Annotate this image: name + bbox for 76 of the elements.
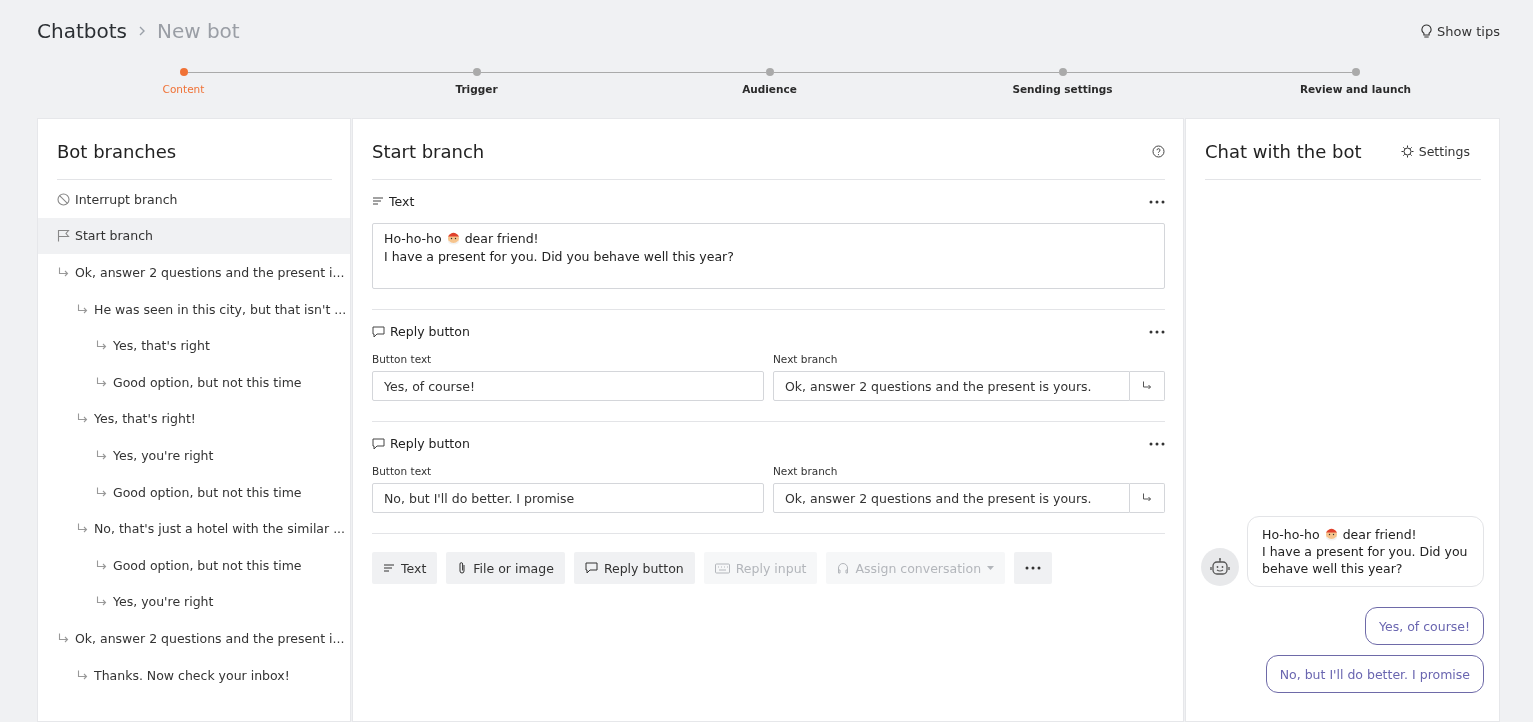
- button-text-field[interactable]: Yes, of course!: [372, 371, 764, 401]
- branch-item[interactable]: Interrupt branch: [38, 181, 350, 218]
- more-icon[interactable]: [1149, 329, 1165, 334]
- panel-title: Chat with the bot: [1205, 141, 1362, 162]
- keyboard-icon: [714, 562, 730, 574]
- quick-reply-button[interactable]: No, but I'll do better. I promise: [1265, 655, 1484, 693]
- branch-arrow-icon: [95, 558, 108, 572]
- branch-item[interactable]: He was seen in this city, but that isn't ...: [38, 290, 350, 328]
- caret-icon: [987, 566, 995, 570]
- speech-bubble-icon: [584, 562, 598, 574]
- branch-arrow-icon: [95, 448, 108, 462]
- block-title: Text: [389, 194, 415, 209]
- santa-face-icon: [1323, 526, 1339, 541]
- branch-link-button[interactable]: [1130, 483, 1165, 513]
- add-block-button[interactable]: File or image: [446, 552, 565, 584]
- block-title: Reply button: [390, 324, 470, 339]
- text-lines-icon: [372, 196, 384, 207]
- chat-message: Ho-ho-ho dear friend! I have a present for you. Did you behave well this year?: [1247, 516, 1484, 587]
- next-branch-field[interactable]: Ok, answer 2 questions and the present is yours.: [773, 371, 1130, 401]
- branch-item[interactable]: Yes, you're right: [38, 583, 350, 621]
- step-tab[interactable]: Review and launch: [1299, 83, 1412, 95]
- help-icon[interactable]: [1152, 145, 1165, 158]
- branch-arrow-icon: [1141, 380, 1153, 392]
- breadcrumb-link[interactable]: Chatbots: [37, 19, 127, 43]
- block-title: Reply button: [390, 436, 470, 451]
- quick-reply-button[interactable]: Yes, of course!: [1365, 607, 1484, 645]
- branch-item[interactable]: Yes, you're right: [38, 437, 350, 474]
- settings-button[interactable]: Settings: [1400, 144, 1470, 159]
- panel-title: Start branch: [372, 141, 485, 162]
- santa-face-icon: [445, 230, 461, 245]
- next-branch-field[interactable]: Ok, answer 2 questions and the present is yours.: [773, 483, 1130, 513]
- branch-item[interactable]: Ok, answer 2 questions and the present i...: [38, 620, 350, 657]
- prohibited-icon: [57, 192, 70, 206]
- branch-arrow-icon: [57, 631, 70, 645]
- branch-arrow-icon: [1141, 492, 1153, 504]
- more-icon[interactable]: [1149, 199, 1165, 204]
- step-tab[interactable]: Audience: [742, 83, 797, 95]
- bot-avatar-icon: [1201, 548, 1239, 586]
- branch-item[interactable]: Good option, but not this time: [38, 546, 350, 584]
- field-label: Button text: [372, 465, 433, 477]
- branch-link-button[interactable]: [1130, 371, 1165, 401]
- field-label: Next branch: [773, 353, 839, 365]
- branch-item[interactable]: Ok, answer 2 questions and the present i...: [38, 254, 350, 291]
- page-title: New bot: [156, 19, 240, 43]
- branch-arrow-icon: [95, 375, 108, 389]
- branch-arrow-icon: [95, 485, 108, 499]
- branch-arrow-icon: [57, 266, 70, 279]
- field-label: Next branch: [773, 465, 839, 477]
- paperclip-icon: [457, 561, 468, 575]
- branch-item[interactable]: Yes, that's right!: [38, 400, 350, 438]
- speech-bubble-icon: [372, 437, 385, 450]
- step-tab[interactable]: Sending settings: [1012, 83, 1113, 95]
- text-lines-icon: [383, 562, 395, 574]
- gear-icon: [1400, 145, 1414, 158]
- branch-arrow-icon: [76, 302, 89, 316]
- branch-item[interactable]: Yes, that's right: [38, 327, 350, 364]
- button-text-field[interactable]: No, but I'll do better. I promise: [372, 483, 764, 513]
- flag-icon: [57, 229, 70, 243]
- show-tips-button[interactable]: Show tips: [1420, 23, 1500, 39]
- add-block-button[interactable]: Reply button: [573, 552, 695, 584]
- panel-title: Bot branches: [57, 139, 332, 180]
- speech-bubble-icon: [372, 325, 385, 338]
- more-icon: [1025, 566, 1042, 570]
- more-icon[interactable]: [1149, 441, 1165, 446]
- branch-item[interactable]: No, that's just a hotel with the similar ...: [38, 510, 350, 547]
- add-block-button[interactable]: Text: [372, 552, 438, 584]
- step-tab[interactable]: Trigger: [455, 83, 498, 95]
- branch-item[interactable]: Good option, but not this time: [38, 473, 350, 511]
- branch-item[interactable]: Start branch: [38, 217, 350, 255]
- lightbulb-icon: [1420, 23, 1434, 39]
- message-field[interactable]: Ho-ho-ho dear friend! I have a present for you. Did you behave well this year?: [372, 223, 1165, 289]
- headset-icon: [837, 561, 850, 575]
- branch-item[interactable]: Good option, but not this time: [38, 363, 350, 401]
- field-label: Button text: [372, 353, 433, 365]
- branch-item[interactable]: Thanks. Now check your inbox!: [38, 656, 350, 694]
- branch-arrow-icon: [76, 668, 89, 682]
